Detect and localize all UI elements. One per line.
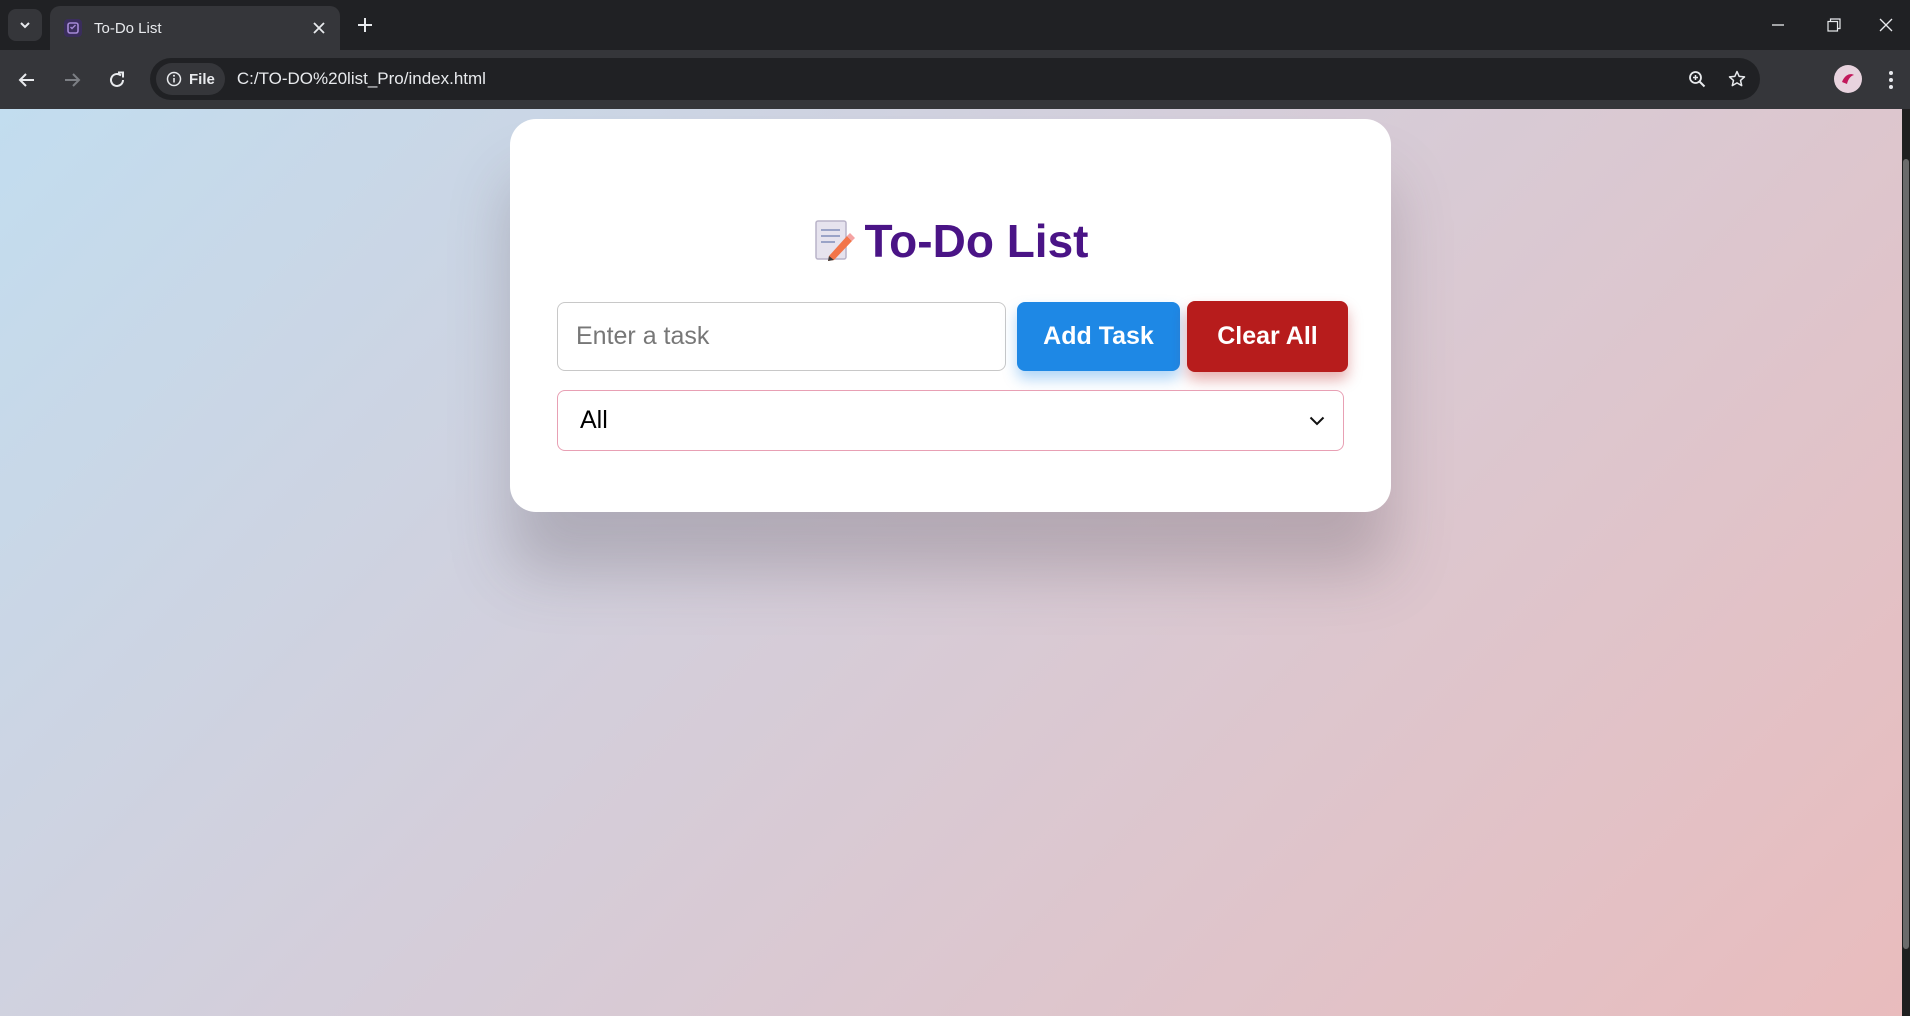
star-icon	[1728, 70, 1746, 87]
close-icon	[313, 22, 325, 34]
restore-icon	[1827, 18, 1841, 32]
tab-search-button[interactable]	[8, 9, 42, 41]
chevron-down-icon	[20, 22, 30, 29]
browser-toolbar: File C:/TO-DO%20list_Pro/index.html	[0, 50, 1910, 109]
page-viewport: To-Do List Add Task Clear All All	[0, 109, 1910, 1016]
add-task-button[interactable]: Add Task	[1017, 302, 1180, 371]
chevron-down-icon	[1309, 416, 1325, 425]
kebab-menu-icon	[1889, 71, 1893, 89]
bookmark-button[interactable]	[1720, 62, 1754, 96]
close-window-button[interactable]	[1862, 0, 1910, 50]
arrow-right-icon	[65, 73, 81, 87]
url-text[interactable]: C:/TO-DO%20list_Pro/index.html	[237, 69, 1680, 89]
filter-select[interactable]: All	[557, 390, 1344, 451]
clear-all-button[interactable]: Clear All	[1187, 301, 1348, 372]
info-icon	[166, 71, 182, 87]
address-bar[interactable]: File C:/TO-DO%20list_Pro/index.html	[150, 58, 1760, 100]
page-scrollbar[interactable]	[1902, 109, 1910, 1016]
tab-strip: To-Do List	[0, 0, 1910, 50]
minimize-button[interactable]	[1750, 0, 1806, 50]
restore-button[interactable]	[1806, 0, 1862, 50]
tab-close-button[interactable]	[306, 15, 332, 41]
page-title: To-Do List	[864, 215, 1089, 267]
site-info-chip[interactable]: File	[156, 63, 225, 95]
avatar-icon	[1842, 74, 1854, 84]
task-input[interactable]	[557, 302, 1006, 371]
filter-selected-value: All	[580, 406, 608, 434]
back-button[interactable]	[10, 63, 44, 97]
memo-icon	[814, 220, 855, 261]
arrow-left-icon	[18, 73, 34, 87]
browser-tab[interactable]: To-Do List	[50, 6, 340, 50]
minimize-icon	[1772, 24, 1784, 26]
site-chip-label: File	[189, 70, 215, 88]
reload-icon	[110, 71, 124, 87]
forward-button[interactable]	[55, 63, 89, 97]
page-title-row: To-Do List	[510, 214, 1391, 268]
browser-menu-button[interactable]	[1876, 63, 1906, 97]
plus-icon	[358, 18, 372, 32]
zoom-button[interactable]	[1680, 62, 1714, 96]
scrollbar-thumb[interactable]	[1903, 159, 1909, 949]
reload-button[interactable]	[100, 63, 134, 97]
favicon-icon	[64, 19, 82, 37]
tab-title: To-Do List	[94, 19, 162, 37]
close-icon	[1879, 18, 1893, 32]
todo-card: To-Do List Add Task Clear All All	[510, 119, 1391, 512]
profile-avatar[interactable]	[1834, 65, 1862, 93]
new-tab-button[interactable]	[350, 10, 380, 40]
zoom-in-icon	[1689, 71, 1706, 88]
